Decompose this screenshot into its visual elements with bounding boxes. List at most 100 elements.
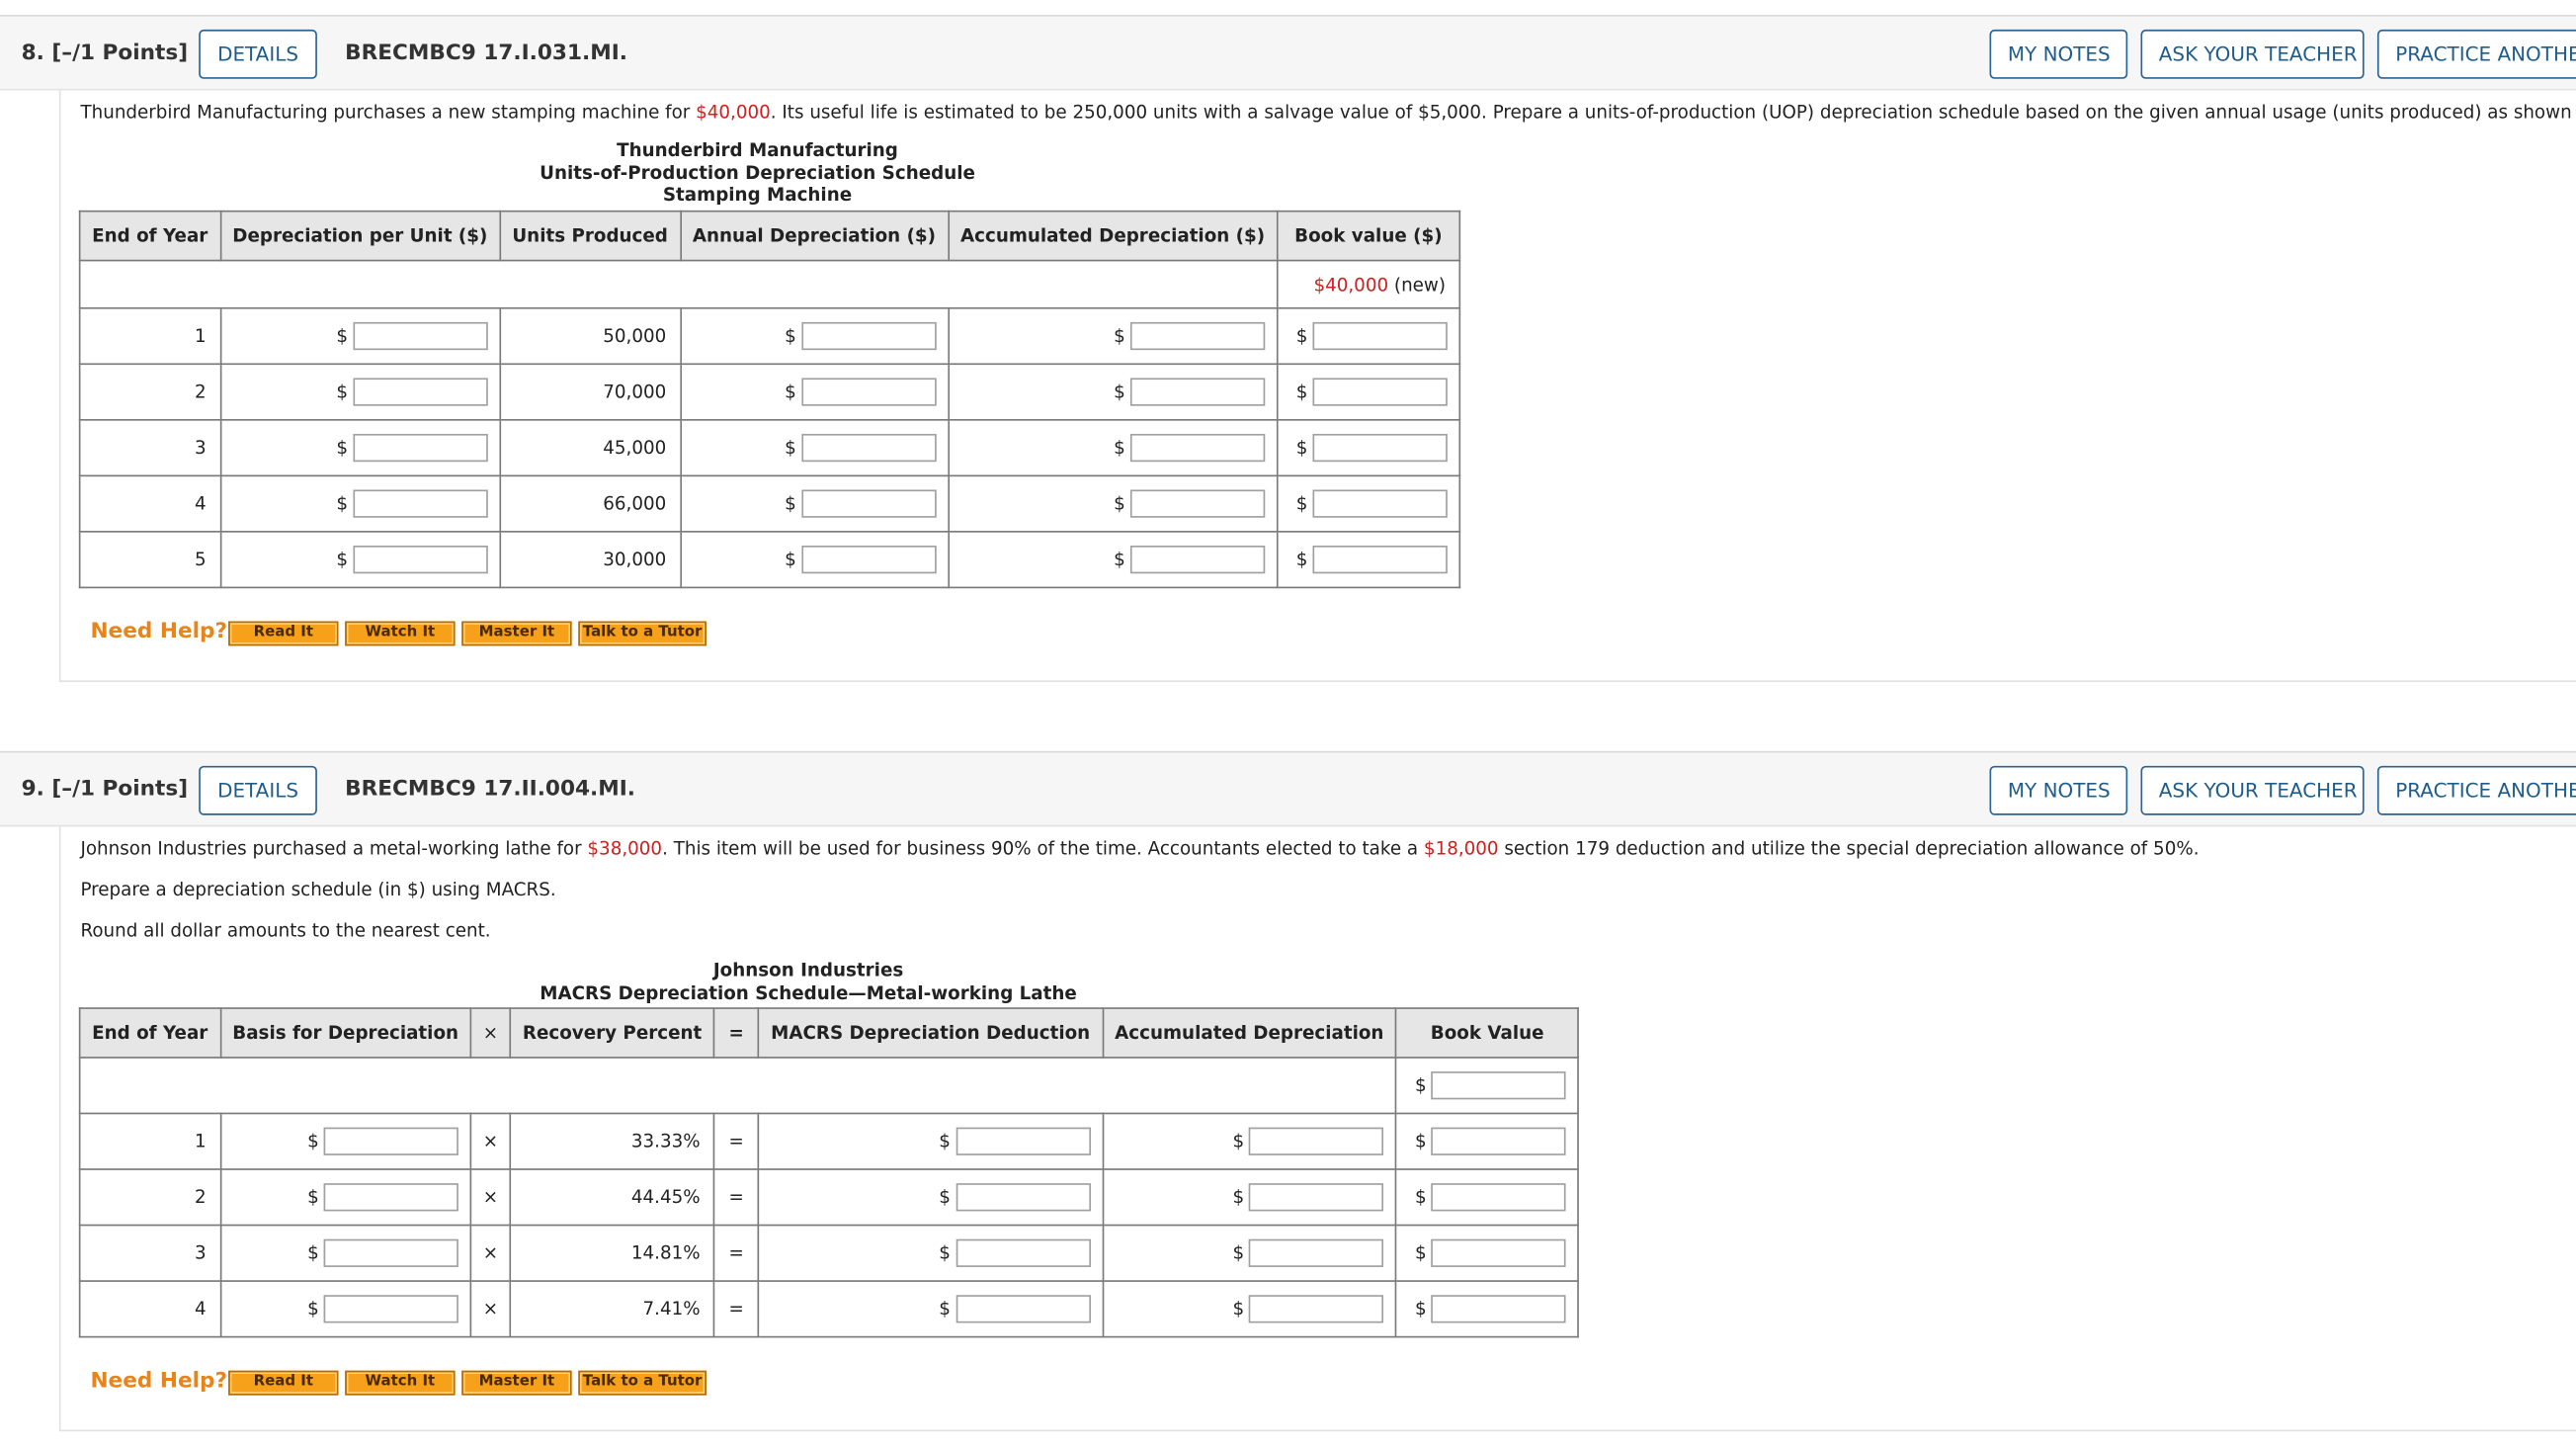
master-it-button[interactable]: Master It: [461, 621, 572, 646]
macrs-deduction-input[interactable]: [955, 1183, 1091, 1212]
accumulated-depreciation-input[interactable]: [1129, 321, 1266, 351]
accumulated-depreciation-cell: $: [947, 363, 1279, 421]
basis-input[interactable]: [323, 1183, 459, 1212]
basis-input[interactable]: [323, 1127, 459, 1155]
accumulated-depreciation-cell: $: [947, 306, 1279, 366]
ask-your-teacher-button[interactable]: ASK YOUR TEACHER: [2140, 29, 2365, 79]
accumulated-depreciation-input[interactable]: [1129, 546, 1266, 574]
talk-to-a-tutor-button[interactable]: Talk to a Tutor: [578, 1370, 706, 1396]
depreciation-per-unit-input[interactable]: [353, 321, 488, 351]
accumulated-depreciation-input[interactable]: [1129, 489, 1266, 518]
table-row: 1 $ × 33.33% = $ $ $: [78, 1112, 1580, 1170]
book-value-cell: $: [1276, 363, 1460, 421]
book-value-input[interactable]: [1312, 489, 1448, 518]
depreciation-per-unit-input[interactable]: [353, 378, 488, 406]
year-cell: 4: [78, 1280, 221, 1338]
dollar-sign: $: [1295, 548, 1308, 570]
dollar-sign: $: [785, 324, 796, 346]
column-header: Recovery Percent: [509, 1007, 715, 1059]
book-value-input[interactable]: [1312, 321, 1448, 351]
talk-to-a-tutor-button[interactable]: Talk to a Tutor: [578, 621, 706, 646]
table-row: 5 $ 30,000 $ $ $: [78, 531, 1460, 589]
practice-another-button[interactable]: PRACTICE ANOTHER: [2376, 765, 2576, 815]
details-button[interactable]: DETAILS: [199, 29, 317, 79]
annual-depreciation-input[interactable]: [800, 321, 937, 351]
master-it-button[interactable]: Master It: [461, 1370, 572, 1396]
macrs-schedule-title: Johnson Industries MACRS Depreciation Sc…: [540, 960, 1077, 1004]
accumulated-depreciation-input[interactable]: [1249, 1238, 1384, 1267]
table-header-row: End of Year Basis for Depreciation × Rec…: [78, 1007, 1580, 1059]
macrs-deduction-cell: $: [757, 1112, 1104, 1170]
basis-cell: $: [218, 1280, 472, 1338]
equals-sign: =: [712, 1280, 760, 1338]
book-value-cell: $: [1276, 531, 1460, 589]
macrs-deduction-input[interactable]: [955, 1127, 1091, 1155]
dollar-sign: $: [1415, 1073, 1427, 1096]
ask-your-teacher-button[interactable]: ASK YOUR TEACHER: [2140, 765, 2365, 815]
macrs-deduction-cell: $: [757, 1280, 1104, 1338]
dollar-sign: $: [1114, 324, 1125, 346]
dollar-sign: $: [785, 380, 796, 402]
units-produced-cell: 66,000: [499, 474, 682, 533]
times-sign: ×: [469, 1168, 512, 1227]
dollar-sign: $: [939, 1297, 951, 1320]
units-produced-cell: 70,000: [499, 363, 682, 421]
book-value-input[interactable]: [1312, 546, 1448, 574]
dollar-sign: $: [1232, 1297, 1245, 1320]
initial-book-value-input[interactable]: [1431, 1071, 1567, 1100]
year-cell: 4: [78, 474, 221, 533]
watch-it-button[interactable]: Watch It: [345, 1370, 456, 1396]
read-it-button[interactable]: Read It: [228, 621, 339, 646]
accumulated-depreciation-input[interactable]: [1249, 1127, 1384, 1155]
details-button[interactable]: DETAILS: [199, 765, 317, 815]
book-value-input[interactable]: [1431, 1238, 1567, 1267]
practice-another-button[interactable]: PRACTICE ANOTHER: [2376, 29, 2576, 79]
book-value-input[interactable]: [1431, 1295, 1567, 1323]
macrs-deduction-cell: $: [757, 1168, 1104, 1227]
macrs-deduction-input[interactable]: [955, 1238, 1091, 1267]
dollar-sign: $: [336, 324, 349, 346]
depreciation-per-unit-input[interactable]: [353, 433, 488, 463]
book-value-input[interactable]: [1431, 1183, 1567, 1212]
annual-depreciation-input[interactable]: [800, 433, 937, 463]
book-value-input[interactable]: [1312, 433, 1448, 463]
basis-input[interactable]: [323, 1238, 459, 1267]
depreciation-per-unit-input[interactable]: [353, 546, 488, 574]
accumulated-depreciation-input[interactable]: [1249, 1295, 1384, 1323]
question-9-code: BRECMBC9 17.II.004.MI.: [345, 777, 636, 803]
annual-depreciation-cell: $: [679, 474, 950, 533]
question-9-header: 9. [–/1 Points] DETAILS BRECMBC9 17.II.0…: [0, 750, 2576, 827]
macrs-deduction-input[interactable]: [955, 1295, 1091, 1323]
basis-input[interactable]: [323, 1295, 459, 1323]
annual-depreciation-cell: $: [679, 418, 950, 477]
book-value-input[interactable]: [1431, 1127, 1567, 1155]
recovery-percent-cell: 14.81%: [509, 1224, 715, 1282]
my-notes-button[interactable]: MY NOTES: [1989, 29, 2128, 79]
my-notes-button[interactable]: MY NOTES: [1989, 765, 2128, 815]
book-value-cell: $: [1395, 1224, 1580, 1282]
dollar-sign: $: [1232, 1241, 1245, 1263]
macrs-schedule-table: End of Year Basis for Depreciation × Rec…: [78, 1007, 1580, 1338]
column-header: End of Year: [78, 210, 221, 262]
recovery-percent-cell: 7.41%: [509, 1280, 715, 1338]
dollar-sign: $: [785, 436, 796, 459]
dollar-sign: $: [939, 1130, 951, 1151]
depreciation-per-unit-input[interactable]: [353, 489, 488, 518]
read-it-button[interactable]: Read It: [228, 1370, 339, 1396]
recovery-percent-cell: 44.45%: [509, 1168, 715, 1227]
dollar-sign: $: [939, 1185, 951, 1208]
times-sign: ×: [469, 1224, 512, 1282]
accumulated-depreciation-input[interactable]: [1249, 1183, 1384, 1212]
annual-depreciation-cell: $: [679, 363, 950, 421]
dollar-sign: $: [307, 1130, 319, 1151]
book-value-input[interactable]: [1312, 378, 1448, 406]
annual-depreciation-input[interactable]: [800, 378, 937, 406]
annual-depreciation-input[interactable]: [800, 489, 937, 518]
annual-depreciation-input[interactable]: [800, 546, 937, 574]
page-stage: 8. [–/1 Points] DETAILS BRECMBC9 17.I.03…: [0, 0, 2576, 1448]
watch-it-button[interactable]: Watch It: [345, 621, 456, 646]
accumulated-depreciation-input[interactable]: [1129, 433, 1266, 463]
accumulated-depreciation-input[interactable]: [1129, 378, 1266, 406]
dollar-sign: $: [1295, 380, 1308, 402]
dollar-sign: $: [1295, 324, 1308, 346]
